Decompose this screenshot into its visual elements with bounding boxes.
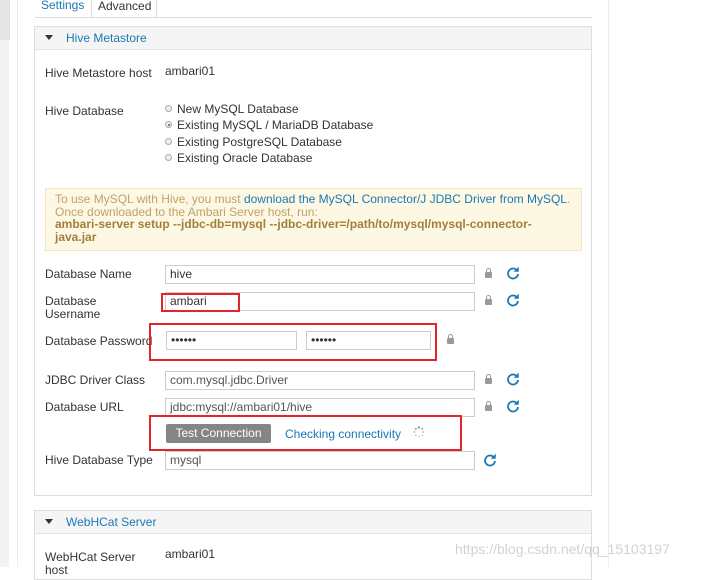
panel-title[interactable]: WebHCat Server <box>66 515 156 529</box>
jdbc-driver-class-input[interactable]: com.mysql.jdbc.Driver <box>165 371 475 390</box>
database-url-label: Database URL <box>45 400 124 414</box>
panel-title[interactable]: Hive Metastore <box>66 31 147 45</box>
mysql-driver-alert: To use MySQL with Hive, you must downloa… <box>45 188 582 251</box>
webhcat-host-value: ambari01 <box>165 547 216 561</box>
radio-label[interactable]: New MySQL Database <box>177 102 299 116</box>
setup-command: ambari-server setup --jdbc-db=mysql --jd… <box>55 217 532 244</box>
lock-icon[interactable] <box>485 374 492 384</box>
refresh-icon[interactable] <box>483 453 497 467</box>
lock-icon[interactable] <box>485 401 492 411</box>
lock-icon[interactable] <box>485 268 492 278</box>
hive-database-label: Hive Database <box>45 104 124 118</box>
panel-header[interactable]: Hive Metastore <box>35 27 591 50</box>
database-password-label: Database Password <box>45 334 153 348</box>
radio-label[interactable]: Existing PostgreSQL Database <box>177 135 342 149</box>
refresh-icon[interactable] <box>506 266 520 280</box>
webhcat-host-label: WebHCat Server host <box>45 550 136 577</box>
refresh-icon[interactable] <box>506 399 520 413</box>
tab-settings[interactable]: Settings <box>35 0 90 17</box>
radio-button[interactable] <box>165 105 172 112</box>
metastore-host-label: Hive Metastore host <box>45 66 152 80</box>
collapse-handle[interactable] <box>0 0 10 40</box>
caret-down-icon[interactable] <box>45 35 53 40</box>
hive-database-type-label: Hive Database Type <box>45 453 153 467</box>
hive-database-type-input[interactable]: mysql <box>165 451 475 470</box>
annotation-box <box>161 293 240 312</box>
refresh-icon[interactable] <box>506 293 520 307</box>
panel-header[interactable]: WebHCat Server <box>35 511 591 534</box>
annotation-box <box>149 415 462 451</box>
radio-label[interactable]: Existing Oracle Database <box>177 151 312 165</box>
tab-advanced[interactable]: Advanced <box>91 0 157 17</box>
metastore-host-value: ambari01 <box>165 64 216 78</box>
database-name-input[interactable]: hive <box>165 265 475 284</box>
tab-underline <box>35 17 592 18</box>
caret-down-icon[interactable] <box>45 519 53 524</box>
radio-button[interactable] <box>165 138 172 145</box>
divider <box>608 0 609 567</box>
lock-icon[interactable] <box>485 295 492 305</box>
watermark: https://blog.csdn.net/qq_15103197 <box>455 541 670 557</box>
radio-button-selected[interactable] <box>165 121 172 128</box>
database-username-label: Database Username <box>45 294 101 321</box>
jdbc-driver-class-label: JDBC Driver Class <box>45 373 146 387</box>
divider <box>17 0 18 567</box>
left-gutter <box>0 0 10 567</box>
database-name-label: Database Name <box>45 267 132 281</box>
radio-button[interactable] <box>165 154 172 161</box>
annotation-box <box>149 323 437 361</box>
refresh-icon[interactable] <box>506 372 520 386</box>
radio-label[interactable]: Existing MySQL / MariaDB Database <box>177 118 373 132</box>
lock-icon[interactable] <box>447 334 454 344</box>
